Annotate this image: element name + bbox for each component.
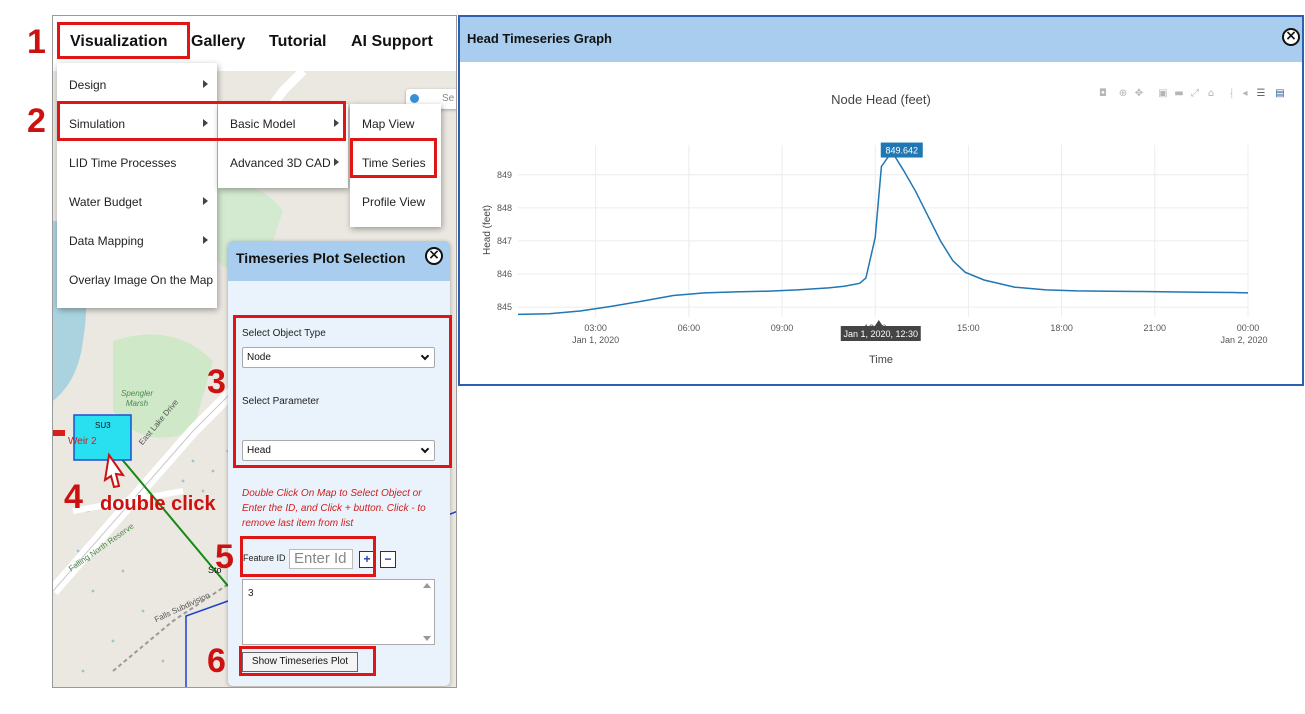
nav-gallery[interactable]: Gallery (191, 33, 245, 51)
menu-item-advanced-3d-cad[interactable]: Advanced 3D CAD (218, 143, 348, 182)
caret-right-icon (334, 158, 339, 166)
feature-id-list[interactable]: 3 (242, 579, 435, 645)
step-number-3: 3 (207, 363, 226, 401)
y-tick-label: 849 (497, 170, 512, 180)
double-click-annotation: double click (100, 493, 216, 515)
annotation-box-3 (233, 315, 452, 468)
step-number-5: 5 (215, 538, 234, 576)
y-tick-label: 847 (497, 236, 512, 246)
map-label-su3: SU3 (95, 421, 111, 430)
map-label-weir: Weir 2 (68, 436, 97, 447)
menu-item-lid[interactable]: LID Time Processes (57, 143, 217, 182)
remove-feature-button[interactable]: − (380, 551, 396, 568)
step-number-1: 1 (27, 23, 46, 61)
search-placeholder: Se (442, 93, 455, 104)
visualization-menu: Design Simulation LID Time Processes Wat… (57, 63, 217, 308)
x-tick-sublabel: Jan 1, 2020 (572, 335, 619, 345)
x-tick-label: 18:00 (1050, 323, 1073, 333)
caret-right-icon (203, 80, 208, 88)
step-number-2: 2 (27, 102, 46, 140)
annotation-box-6 (239, 646, 376, 676)
nav-tutorial[interactable]: Tutorial (269, 33, 326, 51)
x-tick-label: 09:00 (771, 323, 794, 333)
caret-right-icon (203, 236, 208, 244)
y-axis-label: Head (feet) (482, 205, 493, 255)
nav-ai-support[interactable]: AI Support (351, 33, 433, 51)
y-tick-label: 846 (497, 269, 512, 279)
chart-title: Node Head (feet) (831, 92, 931, 107)
x-tick-label: 00:00 (1237, 323, 1260, 333)
annotation-box-1 (57, 22, 190, 59)
menu-item-design[interactable]: Design (57, 65, 217, 104)
menu-item-label: Advanced 3D CAD (230, 155, 331, 170)
menu-item-label: Map View (362, 116, 415, 131)
weir-node (53, 430, 65, 436)
annotation-box-5 (240, 536, 376, 577)
step-number-4: 4 (64, 478, 83, 516)
annotation-box-2 (57, 101, 346, 141)
search-icon (410, 94, 419, 103)
menu-item-data-mapping[interactable]: Data Mapping (57, 221, 217, 260)
x-tick-label: 03:00 (584, 323, 607, 333)
menu-item-label: Design (69, 77, 107, 92)
map-label-marsh: Spengler Marsh (120, 389, 154, 408)
scroll-down-icon[interactable] (423, 636, 431, 641)
caret-right-icon (203, 197, 208, 205)
menu-item-water-budget[interactable]: Water Budget (57, 182, 217, 221)
panel-title: Timeseries Plot Selection (236, 250, 406, 266)
scroll-up-icon[interactable] (423, 583, 431, 588)
annotation-box-time-series (350, 138, 437, 178)
close-icon[interactable]: × (425, 247, 443, 265)
menu-item-label: Overlay Image On the Map (69, 272, 214, 287)
selection-hint: Double Click On Map to Select Object or … (242, 488, 426, 529)
x-axis-label: Time (869, 354, 893, 366)
x-tick-label: 15:00 (957, 323, 980, 333)
menu-item-label: LID Time Processes (69, 155, 177, 170)
menu-item-profile-view[interactable]: Profile View (350, 182, 441, 221)
step-number-6: 6 (207, 642, 226, 680)
menu-item-label: Data Mapping (69, 233, 144, 248)
hover-value-label: 849.642 (885, 146, 918, 156)
menu-item-label: Water Budget (69, 194, 142, 209)
feature-id-list-item: 3 (248, 588, 254, 599)
head-timeseries-window: Head Timeseries Graph × ◘ ⊕ ✥ ▣ ▬ ⤢ ⌂ ⸡ … (458, 15, 1304, 386)
series-line-head (517, 152, 1249, 316)
panel-header: Timeseries Plot Selection × (228, 241, 450, 281)
chart-ticks: 845 846 847 848 849 03:00 Jan 1, 2020 06:00 09:0… (497, 170, 1268, 345)
chart-hover: 849.642 Jan 1, 2020, 12:30 (840, 142, 923, 341)
menu-item-label: Profile View (362, 194, 426, 209)
menu-item-overlay-image[interactable]: Overlay Image On the Map (57, 260, 217, 299)
hover-x-label: Jan 1, 2020, 12:30 (843, 329, 918, 339)
x-tick-label: 06:00 (678, 323, 701, 333)
y-tick-label: 845 (497, 302, 512, 312)
x-tick-label: 21:00 (1144, 323, 1167, 333)
y-tick-label: 848 (497, 203, 512, 213)
head-chart[interactable]: Node Head (feet) 845 846 847 848 849 03:00 Jan… (460, 17, 1304, 386)
x-tick-sublabel: Jan 2, 2020 (1220, 335, 1267, 345)
